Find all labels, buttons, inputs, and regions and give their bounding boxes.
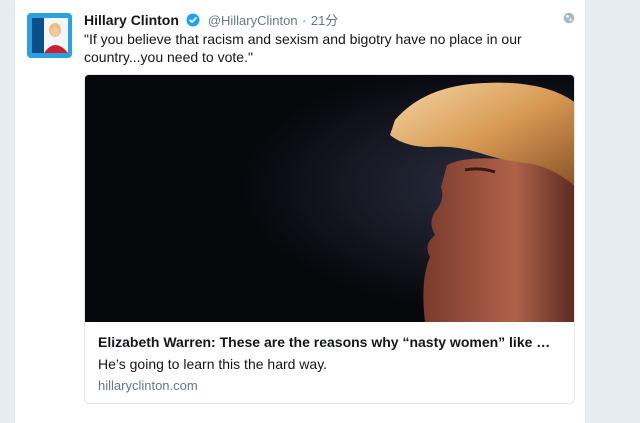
avatar[interactable]: [27, 13, 72, 58]
meta-separator: ·: [302, 13, 307, 28]
card-description: He’s going to learn this the hard way.: [98, 356, 328, 372]
card-title[interactable]: Elizabeth Warren: These are the reasons …: [98, 334, 560, 350]
globe-icon[interactable]: [563, 11, 575, 29]
author-handle[interactable]: @HillaryClinton: [208, 13, 298, 28]
tweet-timestamp[interactable]: 21分: [311, 13, 338, 28]
portrait-photo: [85, 75, 574, 322]
tweet-header: Hillary Clinton @HillaryClinton · 21分: [84, 10, 338, 28]
avatar-logo: [27, 13, 72, 58]
card-domain[interactable]: hillaryclinton.com: [98, 378, 198, 393]
card-image[interactable]: [85, 75, 574, 322]
author-name[interactable]: Hillary Clinton: [84, 12, 179, 28]
tweet-text: "If you believe that racism and sexism a…: [84, 31, 522, 65]
link-card[interactable]: Elizabeth Warren: These are the reasons …: [84, 74, 575, 404]
